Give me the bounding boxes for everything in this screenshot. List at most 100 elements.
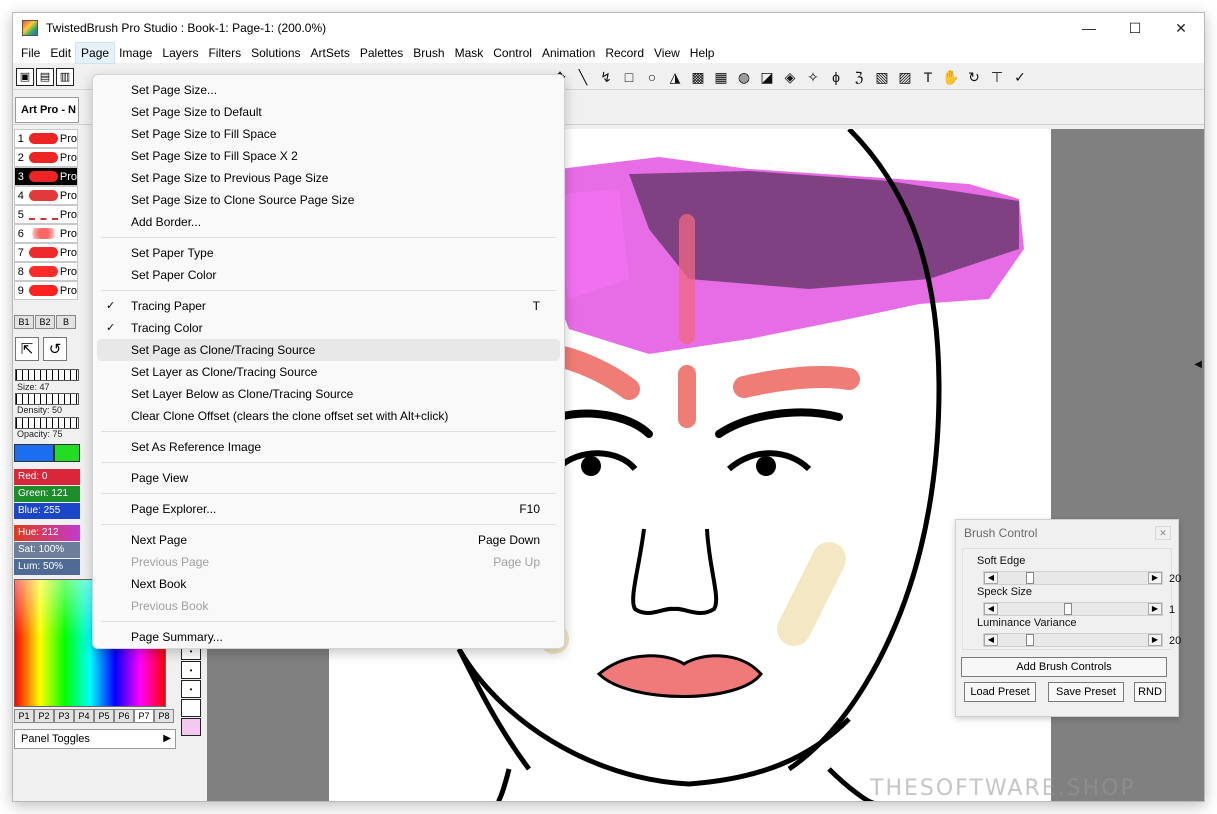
primary-color-swatch[interactable] (14, 444, 54, 462)
palette-tab-p5[interactable]: P5 (94, 709, 114, 723)
page-menu-item[interactable]: Set Paper Color (97, 264, 560, 286)
close-button[interactable]: ✕ (1158, 13, 1204, 43)
export-icon[interactable]: ▥ (56, 67, 74, 86)
brush-slot[interactable]: 5 Pro (14, 205, 78, 224)
paint-tool-icon[interactable]: ⇱ (15, 337, 39, 361)
menu-file[interactable]: File (16, 43, 45, 63)
pattern-icon[interactable]: ▩ (687, 66, 709, 88)
undo-icon[interactable]: ↺ (43, 337, 67, 361)
menu-filters[interactable]: Filters (203, 43, 246, 63)
brush-slot[interactable]: 8 Pro (14, 262, 78, 281)
palette-tab-p7[interactable]: P7 (134, 709, 154, 723)
palette-tab-p8[interactable]: P8 (154, 709, 174, 723)
page-menu-item[interactable]: ✓ Tracing Paper T (97, 295, 560, 317)
slider-thumb[interactable] (1026, 572, 1034, 584)
page-menu-item[interactable]: Set Page Size to Previous Page Size (97, 167, 560, 189)
slider-thumb[interactable] (1026, 634, 1034, 646)
page-menu-item[interactable]: Set Paper Type (97, 242, 560, 264)
palette-tab-p1[interactable]: P1 (14, 709, 34, 723)
ellipse-icon[interactable]: ○ (641, 66, 663, 88)
rectangle-icon[interactable]: □ (618, 66, 640, 88)
line-icon[interactable]: ╲ (572, 66, 594, 88)
page-menu-item[interactable]: Page Summary... (97, 626, 560, 648)
arrow-right-icon[interactable]: ▶ (1148, 603, 1162, 615)
page-menu-item[interactable]: Next Page Page Down (97, 529, 560, 551)
stamp-icon[interactable]: ▨ (894, 66, 916, 88)
curve-icon[interactable]: ↯ (595, 66, 617, 88)
layers-tool-icon[interactable]: ▧ (871, 66, 893, 88)
menu-artsets[interactable]: ArtSets (306, 43, 355, 63)
brush-slot[interactable]: 4 Pro (14, 186, 78, 205)
page-menu-item[interactable]: Add Border... (97, 211, 560, 233)
size-slider[interactable] (15, 369, 79, 381)
page-menu-item[interactable]: Set Layer Below as Clone/Tracing Source (97, 383, 560, 405)
slider-thumb[interactable] (1064, 603, 1072, 615)
menu-control[interactable]: Control (488, 43, 537, 63)
page-menu-item[interactable]: Next Book (97, 573, 560, 595)
select-icon[interactable]: ◪ (756, 66, 778, 88)
close-icon[interactable]: ✕ (1155, 526, 1171, 540)
red-value[interactable]: Red: 0 (14, 469, 80, 485)
dot-cell-icon[interactable]: • (181, 661, 201, 679)
green-value[interactable]: Green: 121 (14, 486, 80, 502)
menu-palettes[interactable]: Palettes (355, 43, 408, 63)
menu-mask[interactable]: Mask (450, 43, 489, 63)
brush-slot[interactable]: 3 Pro (14, 167, 78, 186)
menu-edit[interactable]: Edit (45, 43, 76, 63)
preset-name[interactable]: Art Pro - N (15, 97, 79, 123)
luminance-variance-slider[interactable]: ◀ ▶ (983, 633, 1163, 647)
magic-select-icon[interactable]: ◈ (779, 66, 801, 88)
lasso-icon[interactable]: ϕ (825, 66, 847, 88)
page-menu-item[interactable]: Set Page as Clone/Tracing Source (97, 339, 560, 361)
checker-icon[interactable]: ▦ (710, 66, 732, 88)
lum-value[interactable]: Lum: 50% (14, 559, 80, 575)
triangle-left-icon[interactable]: ◀ (1194, 359, 1202, 370)
menu-brush[interactable]: Brush (408, 43, 449, 63)
menu-solutions[interactable]: Solutions (246, 43, 305, 63)
soft-edge-slider[interactable]: ◀ ▶ (983, 571, 1163, 585)
page-menu-item[interactable]: Set Page Size to Fill Space X 2 (97, 145, 560, 167)
save-icon[interactable]: ▣ (16, 67, 34, 86)
palette-tab-p6[interactable]: P6 (114, 709, 134, 723)
page-menu-item[interactable]: Page View (97, 467, 560, 489)
blank-cell-icon[interactable] (181, 699, 201, 717)
brush-slot[interactable]: 2 Pro (14, 148, 78, 167)
page-menu-item[interactable]: Set Page Size... (97, 79, 560, 101)
page-menu-item[interactable]: Clear Clone Offset (clears the clone off… (97, 405, 560, 427)
brush-slot[interactable]: 1 Pro (14, 129, 78, 148)
blue-value[interactable]: Blue: 255 (14, 503, 80, 519)
opacity-slider[interactable] (15, 417, 79, 429)
rotate-icon[interactable]: ↻ (963, 66, 985, 88)
random-button[interactable]: RND (1134, 682, 1166, 702)
brush-slot[interactable]: 7 Pro (14, 243, 78, 262)
arrow-right-icon[interactable]: ▶ (1148, 634, 1162, 646)
brush-slot[interactable]: 6 Pro (14, 224, 78, 243)
menu-help[interactable]: Help (685, 43, 720, 63)
mask-icon[interactable]: ◍ (733, 66, 755, 88)
page-menu-item[interactable]: Set Page Size to Fill Space (97, 123, 560, 145)
sat-value[interactable]: Sat: 100% (14, 542, 80, 558)
page-menu-item[interactable]: ✓ Tracing Color (97, 317, 560, 339)
page-menu-item[interactable]: Set Page Size to Default (97, 101, 560, 123)
page-menu-item[interactable]: Set As Reference Image (97, 436, 560, 458)
palette-tab-p2[interactable]: P2 (34, 709, 54, 723)
menu-page[interactable]: Page (75, 42, 116, 64)
menu-animation[interactable]: Animation (537, 43, 600, 63)
wand-icon[interactable]: ✧ (802, 66, 824, 88)
check-tool-icon[interactable]: ✓ (1009, 66, 1031, 88)
arrow-left-icon[interactable]: ◀ (984, 603, 998, 615)
save-preset-button[interactable]: Save Preset (1048, 682, 1124, 702)
hand-icon[interactable]: ✋ (940, 66, 962, 88)
page-menu-item[interactable]: Page Explorer... F10 (97, 498, 560, 520)
load-preset-button[interactable]: Load Preset (964, 682, 1036, 702)
menu-layers[interactable]: Layers (157, 43, 203, 63)
maximize-button[interactable]: ☐ (1112, 13, 1158, 43)
brush-bank-tab[interactable]: B1 (14, 315, 34, 329)
density-slider[interactable] (15, 393, 79, 405)
menu-image[interactable]: Image (114, 43, 157, 63)
fill-icon[interactable]: ◮ (664, 66, 686, 88)
dot-cell-icon[interactable]: • (181, 680, 201, 698)
panel-toggles[interactable]: Panel Toggles ▶ (14, 729, 176, 749)
speck-size-slider[interactable]: ◀ ▶ (983, 602, 1163, 616)
book-icon[interactable]: ▤ (36, 67, 54, 86)
